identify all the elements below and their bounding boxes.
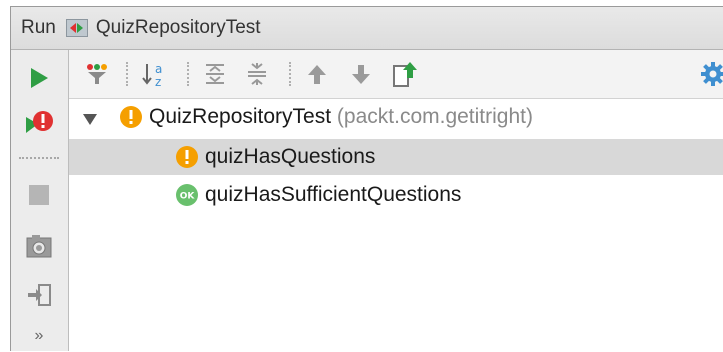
test-package-name: (packt.com.getitright) <box>336 105 533 128</box>
junit-config-icon <box>65 19 88 37</box>
export-results-icon[interactable] <box>389 58 421 90</box>
run-config-name[interactable]: QuizRepositoryTest <box>96 17 261 39</box>
expand-all-icon[interactable] <box>199 58 231 90</box>
test-method-name: quizHasQuestions <box>205 145 376 168</box>
svg-text:OK: OK <box>180 192 196 202</box>
run-title-bar: Run QuizRepositoryTest <box>11 7 723 50</box>
exit-icon[interactable] <box>23 279 55 311</box>
rerun-failed-icon[interactable] <box>23 108 55 140</box>
warning-icon <box>119 105 143 129</box>
toolbar-separator <box>289 62 291 86</box>
sort-alphabetically-icon[interactable]: a z <box>139 58 171 90</box>
svg-text:a: a <box>155 62 162 76</box>
test-toolbar: a z <box>69 50 723 99</box>
run-sidebar: » <box>11 50 69 351</box>
svg-text:z: z <box>155 75 161 88</box>
test-results-tree: QuizRepositoryTest (packt.com.getitright… <box>69 99 723 351</box>
warning-icon <box>175 145 199 169</box>
run-tool-window: Run QuizRepositoryTest » a z QuizReposit… <box>10 6 723 351</box>
filter-results-icon[interactable] <box>81 58 113 90</box>
expand-triangle-icon[interactable] <box>82 109 98 125</box>
run-label: Run <box>21 17 56 38</box>
test-method-name: quizHasSufficientQuestions <box>205 183 462 206</box>
rerun-icon[interactable] <box>23 62 55 94</box>
tree-row-test[interactable]: quizHasQuestions <box>69 139 723 175</box>
stop-icon[interactable] <box>23 179 55 211</box>
tree-row-test[interactable]: OK quizHasSufficientQuestions <box>69 177 723 213</box>
dump-threads-icon[interactable] <box>23 230 55 262</box>
test-class-name: QuizRepositoryTest <box>149 105 332 128</box>
test-passed-icon: OK <box>175 183 199 207</box>
collapse-all-icon[interactable] <box>241 58 273 90</box>
tree-row-root[interactable]: QuizRepositoryTest (packt.com.getitright… <box>69 99 723 135</box>
toolbar-separator <box>187 62 189 86</box>
settings-gear-icon[interactable] <box>697 58 723 90</box>
toolbar-separator <box>126 62 128 86</box>
next-failed-icon[interactable] <box>345 58 377 90</box>
previous-failed-icon[interactable] <box>301 58 333 90</box>
more-actions-icon[interactable]: » <box>23 320 55 352</box>
sidebar-separator <box>19 157 59 159</box>
